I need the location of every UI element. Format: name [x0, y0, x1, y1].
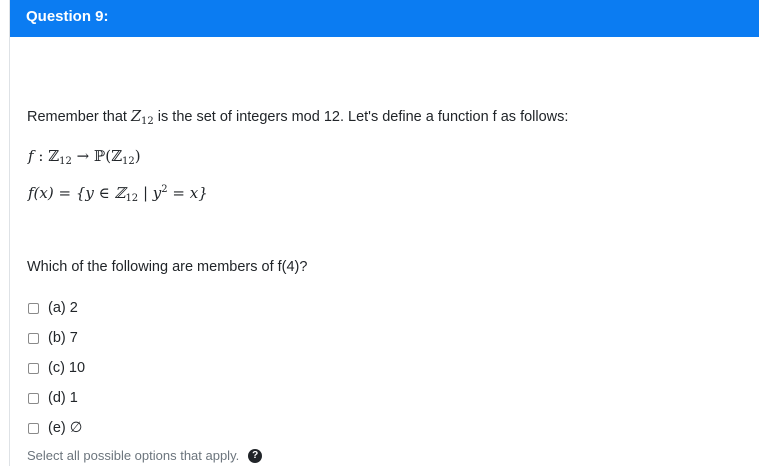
function-definition: f(x) = {y ∈ ℤ12 | y2 = x} — [28, 184, 208, 204]
intro-before: Remember that — [27, 109, 131, 125]
sig-close: ) — [134, 147, 141, 165]
def-mid: | y — [138, 184, 162, 202]
def-rhs: = x} — [167, 184, 208, 202]
checkbox-d[interactable] — [28, 392, 39, 404]
question-header: Question 9: — [10, 0, 759, 37]
option-a[interactable]: (a) 2 — [28, 300, 78, 316]
option-c[interactable]: (c) 10 — [28, 360, 85, 376]
option-d-label: (d) 1 — [48, 390, 78, 406]
checkbox-e[interactable] — [28, 422, 39, 434]
checkbox-c[interactable] — [28, 362, 39, 374]
option-e-label: (e) ∅ — [48, 420, 83, 436]
option-e[interactable]: (e) ∅ — [28, 420, 82, 436]
sig-power: ℙ(ℤ — [93, 147, 123, 165]
option-a-label: (a) 2 — [48, 300, 78, 316]
sig-arrow: → — [71, 147, 94, 165]
intro-text: Remember that Z12 is the set of integers… — [27, 109, 568, 127]
option-d[interactable]: (d) 1 — [28, 390, 78, 406]
intro-var: Z — [130, 109, 142, 125]
option-b[interactable]: (b) 7 — [28, 330, 78, 346]
question-title: Question 9: — [26, 8, 109, 25]
helper-label: Select all possible options that apply. — [27, 448, 240, 463]
option-c-label: (c) 10 — [48, 360, 86, 376]
question-circle-icon[interactable]: ? — [248, 448, 263, 463]
intro-sub: 12 — [141, 116, 154, 127]
sig-sub: 12 — [59, 156, 72, 167]
sig-sub2: 12 — [122, 156, 135, 167]
question-card: Question 9: Remember that Z12 is the set… — [9, 0, 759, 466]
checkbox-a[interactable] — [28, 302, 39, 314]
sig-colon: : — [33, 147, 49, 165]
def-lhs: f(x) = {y ∈ ℤ — [28, 184, 126, 202]
option-b-label: (b) 7 — [48, 330, 78, 346]
checkbox-b[interactable] — [28, 332, 39, 344]
def-sub: 12 — [125, 193, 139, 204]
function-signature: f : ℤ12 → ℙ(ℤ12) — [28, 147, 141, 167]
sig-z: ℤ — [48, 147, 60, 165]
helper-text: Select all possible options that apply. … — [27, 448, 263, 463]
intro-after: is the set of integers mod 12. Let's def… — [153, 109, 569, 125]
question-prompt: Which of the following are members of f(… — [27, 259, 308, 275]
